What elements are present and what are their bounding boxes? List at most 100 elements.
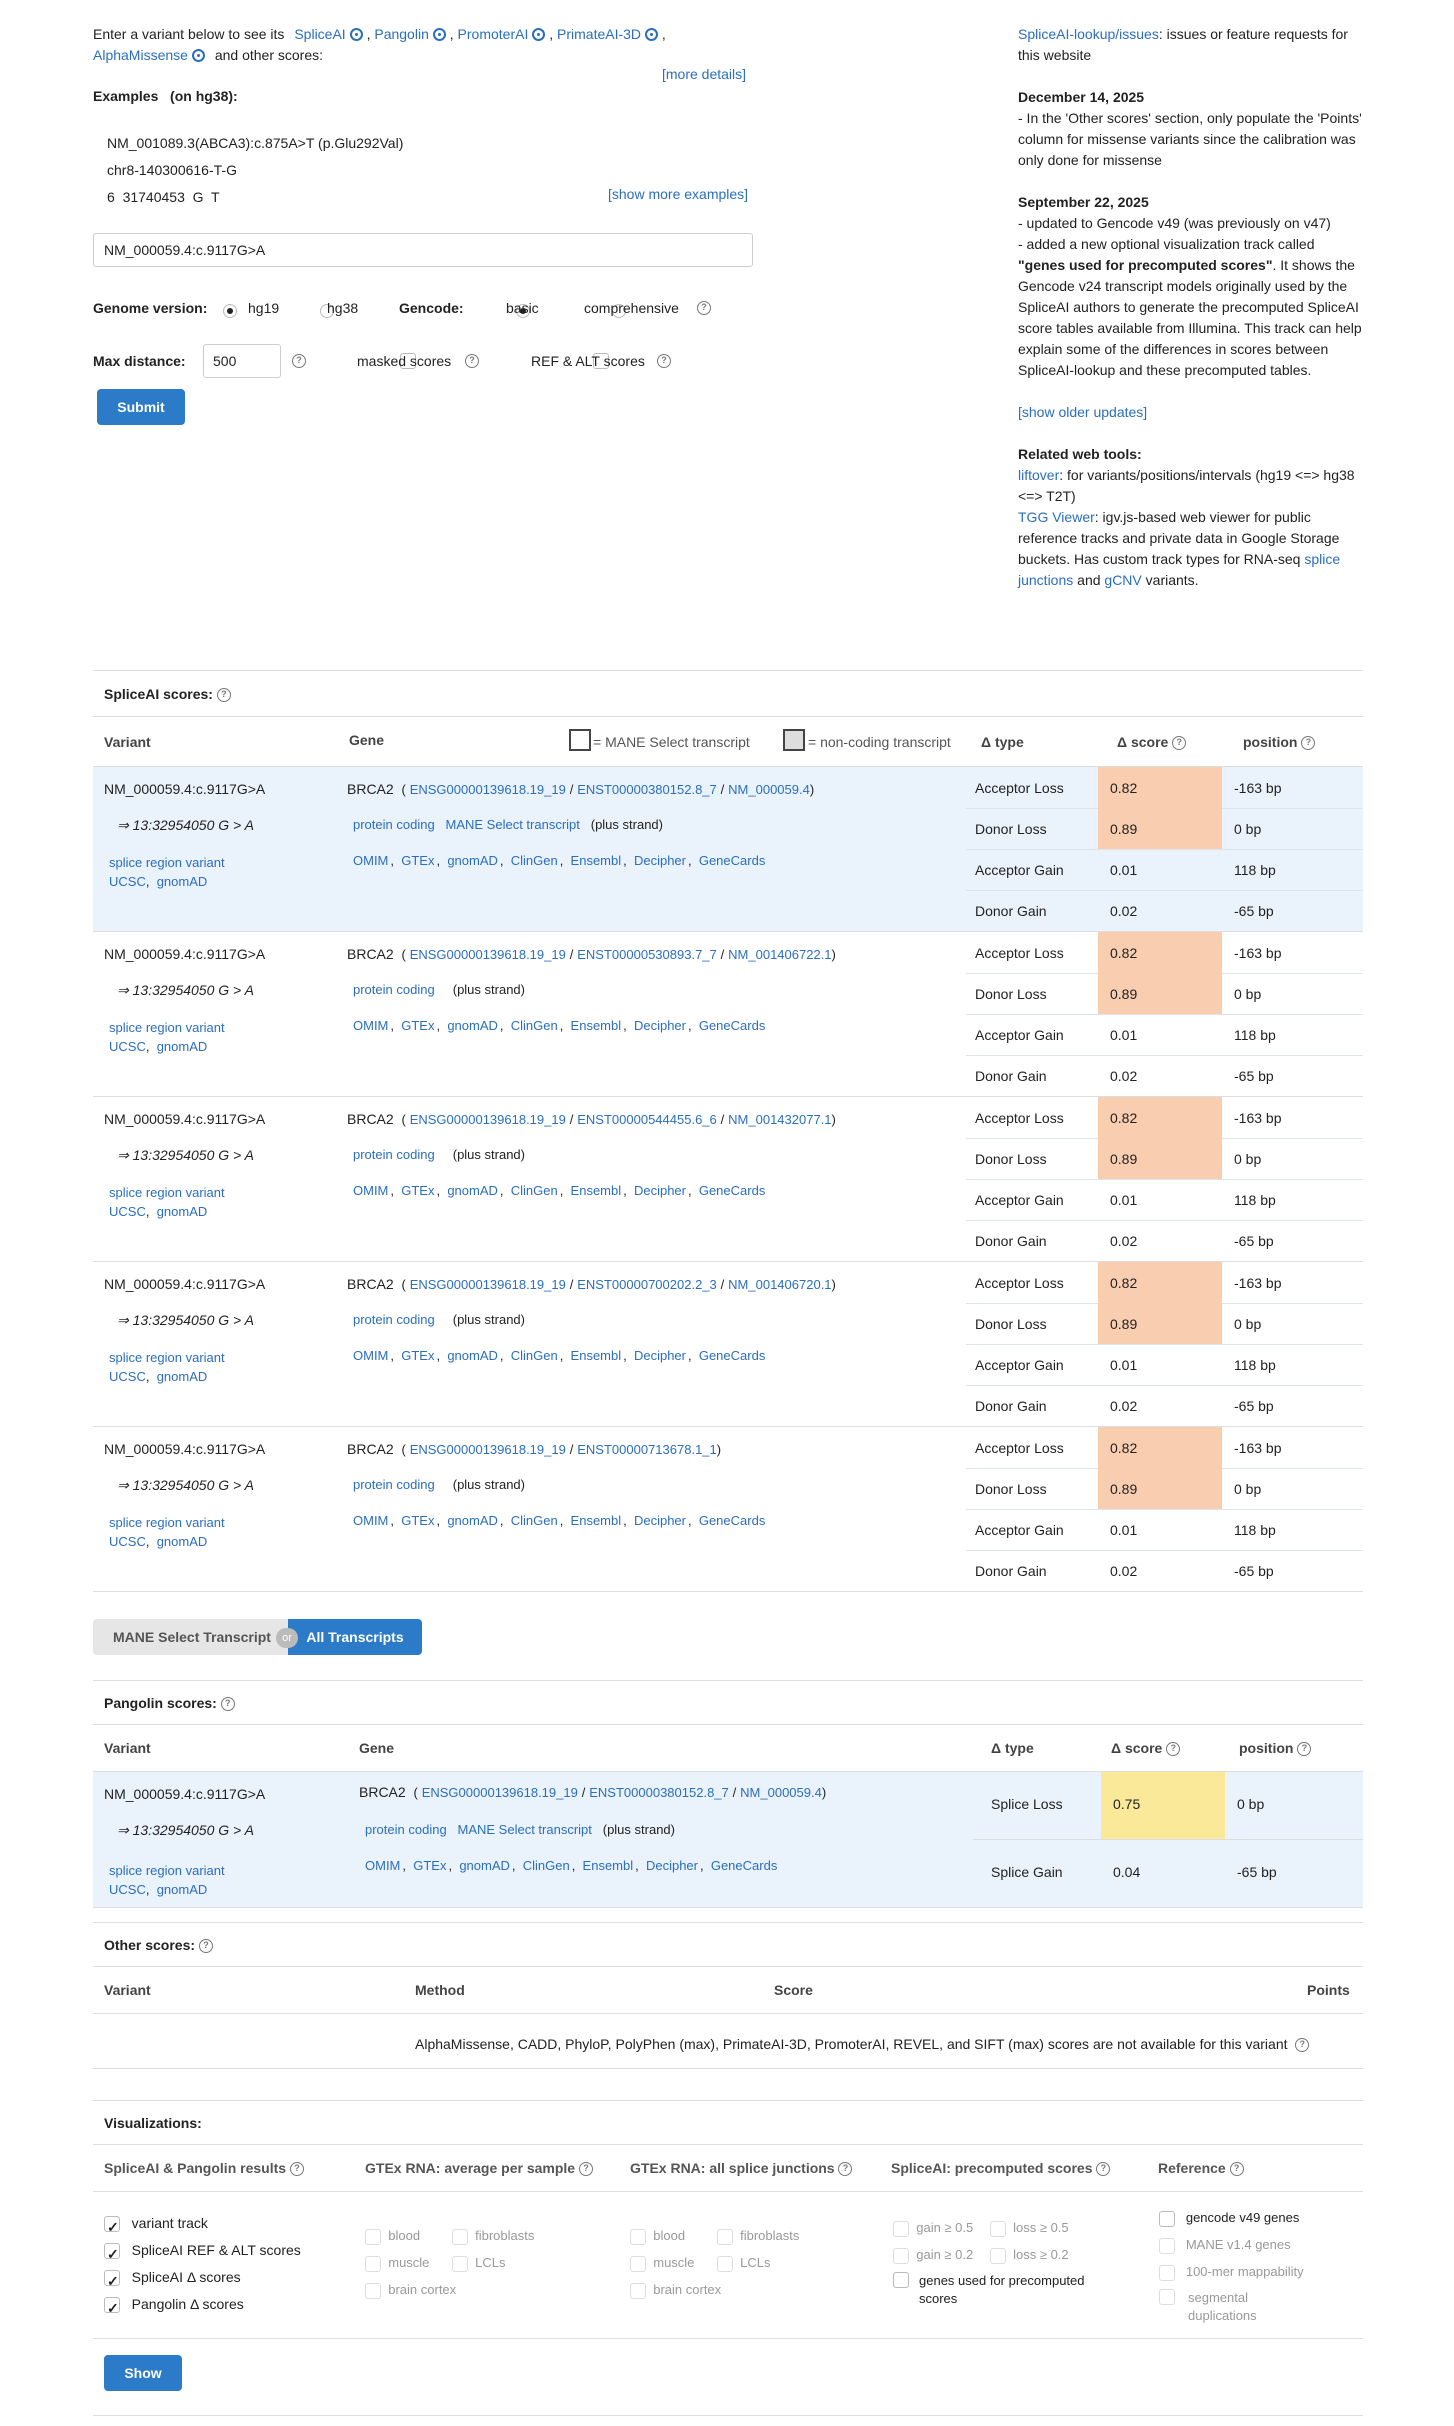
ensg-link[interactable]: ENSG00000139618.19_19	[410, 782, 566, 797]
pangolin-link[interactable]: Pangolin	[374, 26, 429, 42]
ensembl-link[interactable]: Ensembl	[571, 1018, 622, 1033]
gtex-link[interactable]: GTEx	[401, 853, 434, 868]
gencode-genes-checkbox[interactable]	[1159, 2210, 1175, 2227]
issues-link[interactable]: SpliceAI-lookup/issues	[1018, 26, 1159, 42]
ucsc-link[interactable]: UCSC	[109, 1882, 146, 1897]
gtex-avg-blood-checkbox[interactable]	[365, 2228, 381, 2245]
gnomad-link[interactable]: gnomAD	[157, 1039, 208, 1054]
gcnv-link[interactable]: gCNV	[1104, 572, 1141, 588]
github-icon[interactable]	[349, 28, 363, 41]
gtex-avg-fibroblasts-checkbox[interactable]	[451, 2228, 468, 2245]
clingen-link[interactable]: ClinGen	[511, 1018, 558, 1033]
ensembl-link[interactable]: Ensembl	[571, 853, 622, 868]
gtex-sj-lcls-checkbox[interactable]	[716, 2255, 733, 2272]
gnomad-link[interactable]: gnomAD	[459, 1858, 510, 1873]
decipher-link[interactable]: Decipher	[646, 1858, 698, 1873]
gtex-link[interactable]: GTEx	[401, 1513, 434, 1528]
gtex-avg-lcls-checkbox[interactable]	[451, 2255, 468, 2272]
show-more-examples-link[interactable]: [show more examples]	[608, 186, 748, 202]
promoterai-link[interactable]: PromoterAI	[458, 26, 529, 42]
clingen-link[interactable]: ClinGen	[511, 853, 558, 868]
decipher-link[interactable]: Decipher	[634, 853, 686, 868]
ensembl-link[interactable]: Ensembl	[583, 1858, 634, 1873]
example-item[interactable]: chr8-140300616-T-G	[107, 157, 403, 184]
ensg-link[interactable]: ENSG00000139618.19_19	[410, 1112, 566, 1127]
gnomad-link[interactable]: gnomAD	[157, 874, 208, 889]
loss-05-checkbox[interactable]	[989, 2220, 1006, 2237]
nm-link[interactable]: NM_001406722.1	[728, 947, 831, 962]
segdup-checkbox[interactable]	[1159, 2289, 1175, 2305]
nm-link[interactable]: NM_000059.4	[740, 1785, 822, 1800]
spliceai-link[interactable]: SpliceAI	[294, 26, 345, 42]
clingen-link[interactable]: ClinGen	[523, 1858, 570, 1873]
omim-link[interactable]: OMIM	[353, 1348, 388, 1363]
ucsc-link[interactable]: UCSC	[109, 1369, 146, 1384]
gtex-sj-blood-checkbox[interactable]	[630, 2228, 646, 2245]
github-icon[interactable]	[191, 49, 205, 62]
nm-link[interactable]: NM_000059.4	[728, 782, 810, 797]
enst-link[interactable]: ENST00000380152.8_7	[589, 1785, 729, 1800]
nm-link[interactable]: NM_001432077.1	[728, 1112, 831, 1127]
loss-02-checkbox[interactable]	[989, 2247, 1006, 2264]
gnomad-link[interactable]: gnomAD	[447, 1183, 498, 1198]
omim-link[interactable]: OMIM	[353, 1183, 388, 1198]
help-icon[interactable]: ?	[578, 2162, 593, 2177]
show-button[interactable]: Show	[104, 2355, 182, 2391]
help-icon[interactable]: ?	[220, 1697, 235, 1712]
gtex-link[interactable]: GTEx	[401, 1348, 434, 1363]
pangolin-delta-checkbox[interactable]	[104, 2295, 120, 2322]
enst-link[interactable]: ENST00000713678.1_1	[577, 1442, 717, 1457]
gtex-avg-brain-checkbox[interactable]	[365, 2282, 381, 2299]
clingen-link[interactable]: ClinGen	[511, 1348, 558, 1363]
help-icon[interactable]: ?	[216, 688, 231, 703]
alphamissense-link[interactable]: AlphaMissense	[93, 47, 188, 63]
mappability-checkbox[interactable]	[1159, 2264, 1175, 2281]
gnomad-link[interactable]: gnomAD	[157, 1882, 208, 1897]
help-icon[interactable]: ?	[198, 1939, 213, 1954]
github-icon[interactable]	[645, 28, 659, 41]
decipher-link[interactable]: Decipher	[634, 1018, 686, 1033]
splice-region-link[interactable]: splice region variant	[109, 1020, 225, 1035]
gnomad-link[interactable]: gnomAD	[157, 1369, 208, 1384]
help-icon[interactable]: ?	[1295, 2038, 1310, 2053]
gain-05-checkbox[interactable]	[893, 2220, 909, 2237]
genecards-link[interactable]: GeneCards	[699, 1183, 765, 1198]
help-icon[interactable]: ?	[1301, 736, 1316, 751]
gnomad-link[interactable]: gnomAD	[447, 1018, 498, 1033]
help-icon[interactable]: ?	[1172, 736, 1187, 751]
ucsc-link[interactable]: UCSC	[109, 1039, 146, 1054]
spliceai-delta-checkbox[interactable]	[104, 2268, 120, 2295]
variant-track-checkbox[interactable]	[104, 2214, 120, 2241]
ensg-link[interactable]: ENSG00000139618.19_19	[422, 1785, 578, 1800]
help-icon[interactable]: ?	[1166, 1742, 1181, 1757]
help-icon[interactable]: ?	[1096, 2162, 1111, 2177]
gtex-avg-muscle-checkbox[interactable]	[365, 2255, 381, 2272]
gnomad-link[interactable]: gnomAD	[157, 1534, 208, 1549]
enst-link[interactable]: ENST00000530893.7_7	[577, 947, 717, 962]
gtex-link[interactable]: GTEx	[413, 1858, 446, 1873]
ensg-link[interactable]: ENSG00000139618.19_19	[410, 1442, 566, 1457]
help-icon[interactable]: ?	[1229, 2162, 1244, 2177]
splice-region-link[interactable]: splice region variant	[109, 855, 225, 870]
gnomad-link[interactable]: gnomAD	[447, 1348, 498, 1363]
genecards-link[interactable]: GeneCards	[699, 1513, 765, 1528]
help-icon[interactable]: ?	[657, 354, 671, 368]
omim-link[interactable]: OMIM	[353, 853, 388, 868]
help-icon[interactable]: ?	[465, 354, 479, 368]
ucsc-link[interactable]: UCSC	[109, 874, 146, 889]
max-distance-input[interactable]: 500	[203, 344, 281, 378]
all-transcripts-toggle[interactable]: All Transcripts	[288, 1619, 422, 1655]
genecards-link[interactable]: GeneCards	[699, 1348, 765, 1363]
help-icon[interactable]: ?	[289, 2162, 304, 2177]
decipher-link[interactable]: Decipher	[634, 1183, 686, 1198]
omim-link[interactable]: OMIM	[353, 1018, 388, 1033]
github-icon[interactable]	[432, 28, 446, 41]
ensembl-link[interactable]: Ensembl	[571, 1348, 622, 1363]
github-icon[interactable]	[532, 28, 546, 41]
variant-input[interactable]: NM_000059.4:c.9117G>A	[93, 233, 753, 267]
enst-link[interactable]: ENST00000700202.2_3	[577, 1277, 717, 1292]
genecards-link[interactable]: GeneCards	[699, 1018, 765, 1033]
help-icon[interactable]: ?	[838, 2162, 853, 2177]
enst-link[interactable]: ENST00000544455.6_6	[577, 1112, 717, 1127]
more-details-link[interactable]: [more details]	[662, 66, 746, 82]
